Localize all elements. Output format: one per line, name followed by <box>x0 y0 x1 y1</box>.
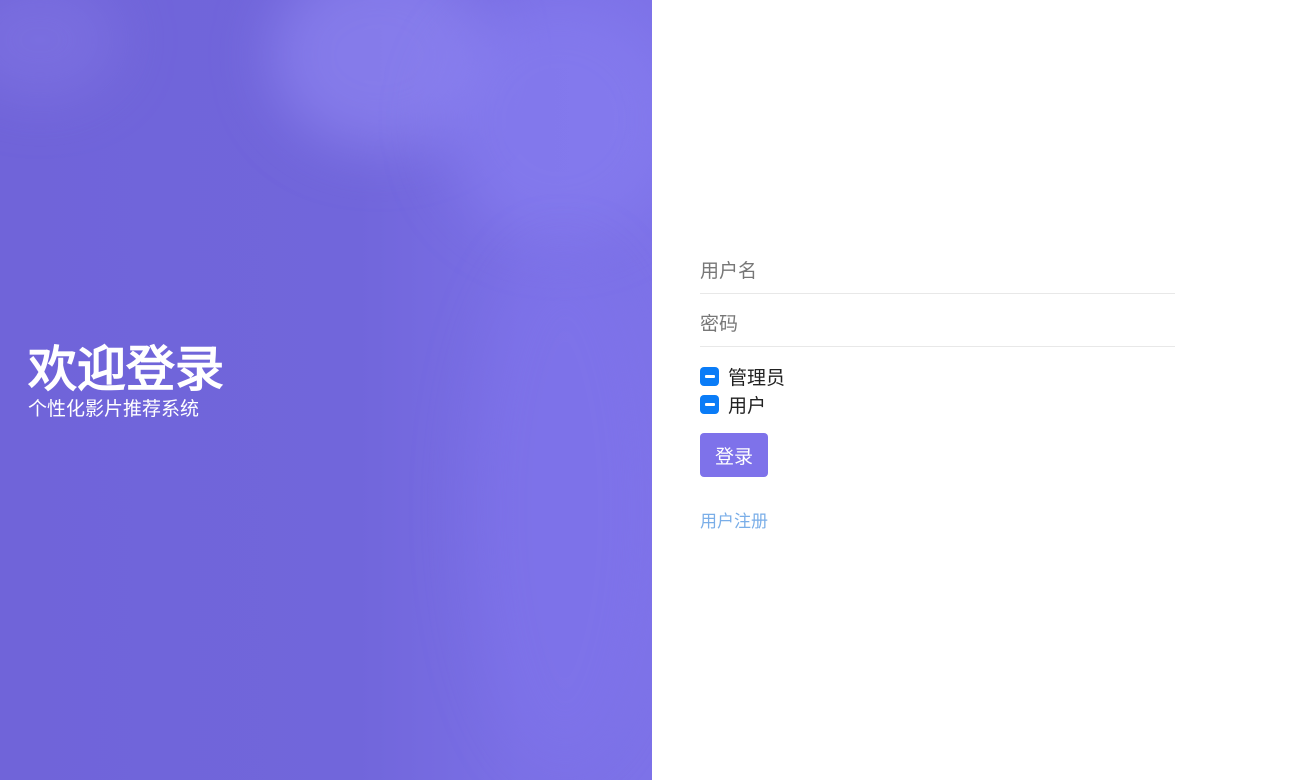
role-label-admin: 管理员 <box>728 366 786 389</box>
login-button[interactable]: 登录 <box>700 433 768 477</box>
password-field-wrapper <box>700 301 1175 347</box>
login-form: 管理员 用户 登录 用户注册 <box>700 248 1175 532</box>
background-blur-shape <box>0 0 120 100</box>
role-label-user: 用户 <box>728 394 767 417</box>
username-field-wrapper <box>700 248 1175 294</box>
system-subtitle: 个性化影片推荐系统 <box>28 398 200 420</box>
register-link[interactable]: 用户注册 <box>700 507 768 532</box>
role-option-admin[interactable]: 管理员 <box>700 362 1175 390</box>
checkbox-indeterminate-icon[interactable] <box>700 366 719 386</box>
role-selector: 管理员 用户 <box>700 362 1175 418</box>
password-input[interactable] <box>700 312 1175 335</box>
checkbox-indeterminate-icon[interactable] <box>700 394 719 414</box>
hero-panel: 欢迎登录 个性化影片推荐系统 <box>0 0 652 780</box>
welcome-title: 欢迎登录 <box>28 341 225 398</box>
role-option-user[interactable]: 用户 <box>700 390 1175 418</box>
username-input[interactable] <box>700 259 1175 282</box>
background-blur-shape <box>470 250 652 770</box>
